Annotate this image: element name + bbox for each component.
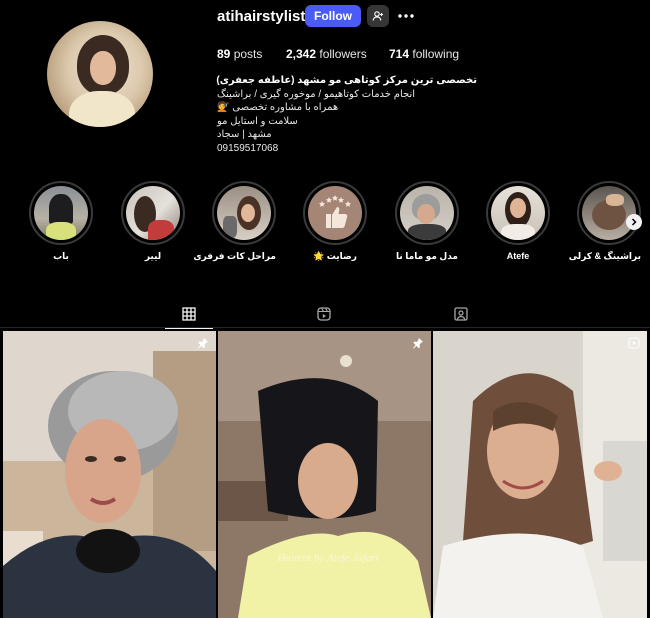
highlights-next-button[interactable] <box>626 214 642 230</box>
add-person-icon <box>372 11 383 21</box>
tab-tagged[interactable] <box>437 300 485 328</box>
thumbs-up-stars-icon <box>319 195 351 228</box>
post-item[interactable] <box>433 331 647 618</box>
bio-line: انجام خدمات کوتاهیمو / موخوره گیری / برا… <box>217 88 416 100</box>
highlight-label: لییر <box>144 251 162 261</box>
bio-name: تخصصی ترین مرکز کوتاهی مو مشهد (عاطفه جع… <box>216 75 477 86</box>
highlight-item[interactable]: مراحل کات فرفری <box>193 181 276 262</box>
following-stat[interactable]: 714 following <box>389 47 459 61</box>
profile-username: atihairstylist <box>217 8 306 25</box>
post-item[interactable] <box>3 331 216 618</box>
reel-icon <box>628 337 640 349</box>
highlight-label: باب <box>53 251 69 261</box>
more-options-button[interactable] <box>396 7 416 25</box>
highlight-cover <box>491 186 545 240</box>
pinned-icon <box>413 338 423 349</box>
highlight-item[interactable]: رضایت 🌟 <box>303 181 367 262</box>
tab-posts[interactable] <box>165 300 213 329</box>
profile-bio: تخصصی ترین مرکز کوتاهی مو مشهد (عاطفه جع… <box>216 74 477 156</box>
highlight-ring <box>212 181 276 245</box>
highlight-ring <box>486 181 550 245</box>
highlight-cover <box>34 186 88 240</box>
post-item[interactable]: Haircut by Atefe Jafari <box>218 331 431 618</box>
post-photo: Haircut by Atefe Jafari <box>218 331 431 618</box>
avatar-shirt <box>69 91 135 127</box>
highlight-label: مدل مو ماما نا <box>396 251 458 261</box>
post-photo <box>3 331 216 618</box>
followers-stat[interactable]: 2,342 followers <box>286 47 367 61</box>
bio-phone: 09159517068 <box>217 142 279 154</box>
following-label: following <box>412 47 460 61</box>
pinned-icon <box>198 338 208 349</box>
followers-count: 2,342 <box>286 47 317 61</box>
reels-icon <box>317 307 331 321</box>
highlight-ring <box>29 181 93 245</box>
bio-line: همراه با مشاوره تخصصی 💇 <box>217 102 339 114</box>
tab-reels[interactable] <box>300 300 348 328</box>
highlight-item[interactable]: باب <box>29 181 93 262</box>
highlight-label: Atefe <box>506 251 530 261</box>
posts-count: 89 <box>217 47 231 61</box>
bio-line: مشهد | سجاد <box>217 129 272 141</box>
highlight-cover <box>400 186 454 240</box>
suggested-accounts-button[interactable] <box>367 5 389 27</box>
highlight-ring <box>577 181 641 245</box>
highlight-ring <box>395 181 459 245</box>
highlight-cover <box>217 186 271 240</box>
highlight-cover <box>126 186 180 240</box>
following-count: 714 <box>389 47 410 61</box>
highlight-cover <box>582 186 636 240</box>
highlight-ring <box>121 181 185 245</box>
avatar-face <box>90 51 116 85</box>
highlight-item[interactable]: لییر <box>121 181 185 262</box>
bio-line: سلامت و استایل مو <box>217 115 298 127</box>
follow-button[interactable]: Follow <box>305 5 361 27</box>
highlight-cover <box>308 186 362 240</box>
highlight-ring <box>303 181 367 245</box>
highlight-label: رضایت 🌟 <box>313 251 357 261</box>
tagged-icon <box>454 307 468 321</box>
post-watermark: Haircut by Atefe Jafari <box>276 552 378 564</box>
grid-icon <box>182 307 196 321</box>
posts-stat[interactable]: 89 posts <box>217 47 262 61</box>
posts-label: posts <box>233 47 263 61</box>
followers-label: followers <box>319 47 367 61</box>
highlight-item[interactable]: مدل مو ماما نا <box>395 181 459 262</box>
chevron-right-icon <box>631 218 637 226</box>
more-dots-icon <box>398 14 414 18</box>
profile-avatar[interactable] <box>47 21 153 127</box>
highlight-label: مراحل کات فرفری <box>193 251 276 261</box>
highlight-item[interactable]: Atefe <box>486 181 550 261</box>
post-photo <box>433 331 647 618</box>
highlight-label: براشینگ & کرلی <box>568 251 641 261</box>
